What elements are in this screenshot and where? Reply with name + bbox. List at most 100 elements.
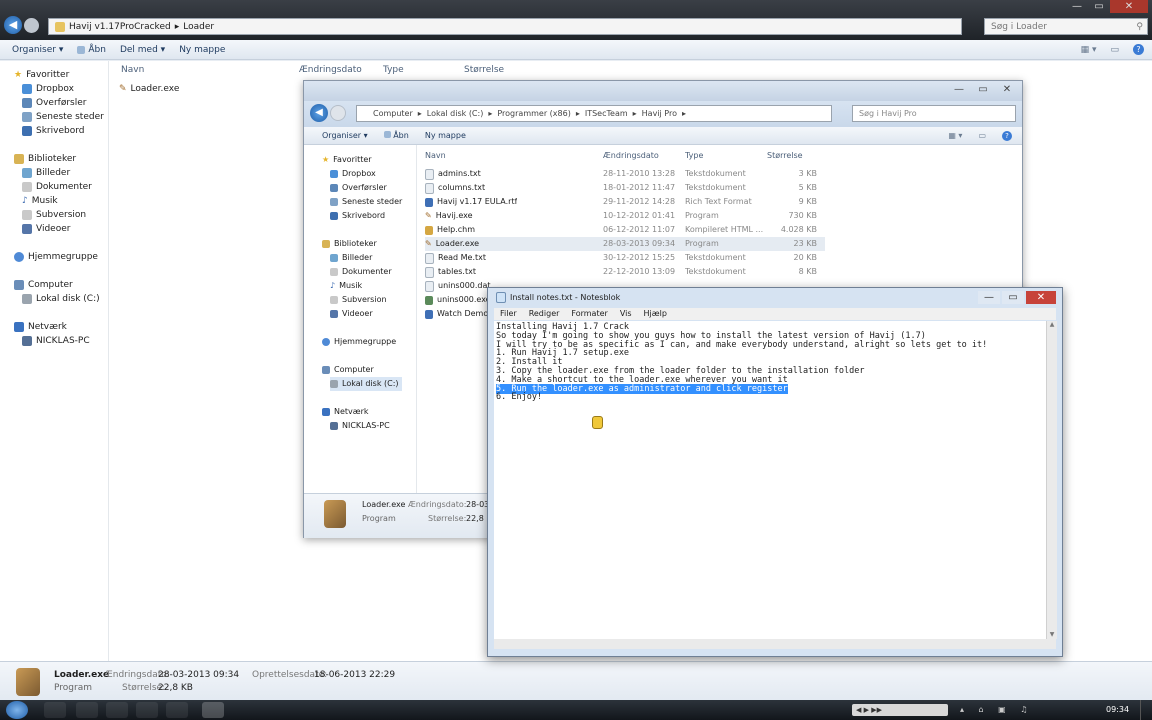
scroll-down-icon[interactable]: ▼ bbox=[1047, 631, 1057, 639]
search-input[interactable]: Søg i Loader ⚲ bbox=[984, 18, 1148, 35]
taskbar-app-icon[interactable] bbox=[106, 702, 128, 718]
text-editor[interactable]: Installing Havij 1.7 Crack So today I'm g… bbox=[494, 321, 1046, 639]
nav-item[interactable]: Subversion bbox=[330, 293, 402, 307]
media-controls[interactable]: ◀ ▶ ▶▶ bbox=[852, 704, 948, 716]
nav-item[interactable]: Overførsler bbox=[330, 181, 402, 195]
taskbar-app-icon[interactable] bbox=[166, 702, 188, 718]
close-button[interactable]: ✕ bbox=[1026, 290, 1056, 304]
open-button[interactable]: Åbn bbox=[77, 45, 106, 55]
table-row[interactable]: Read Me.txt 30-12-2012 15:25 Tekstdokument… bbox=[425, 251, 825, 265]
table-row[interactable]: ✎ Havij.exe 10-12-2012 01:41 Program 730 KB bbox=[425, 209, 825, 223]
organize-button[interactable]: Organiser ▾ bbox=[12, 45, 63, 55]
column-header-name[interactable]: Navn bbox=[121, 65, 144, 75]
nav-item[interactable]: Lokal disk (C:) bbox=[22, 292, 104, 306]
nav-item[interactable]: ♪ Musik bbox=[22, 194, 104, 208]
maximize-button[interactable]: ▭ bbox=[1002, 290, 1024, 304]
taskbar-app-icon[interactable] bbox=[76, 702, 98, 718]
back-button[interactable]: ◀ bbox=[4, 16, 22, 34]
share-button[interactable]: Del med ▾ bbox=[120, 45, 165, 55]
nav-item[interactable]: ♪ Musik bbox=[330, 279, 402, 293]
list-item[interactable]: ✎ Loader.exe bbox=[119, 82, 299, 96]
horizontal-scrollbar[interactable] bbox=[494, 639, 1056, 649]
organize-button[interactable]: Organiser ▾ bbox=[322, 131, 368, 140]
nav-item[interactable]: Subversion bbox=[22, 208, 104, 222]
search-input[interactable]: Søg i Havij Pro bbox=[852, 105, 1016, 122]
menu-format[interactable]: Formater bbox=[571, 308, 607, 320]
show-desktop-button[interactable] bbox=[1140, 700, 1152, 720]
nav-favorites[interactable]: ★ Favoritter bbox=[14, 68, 104, 82]
close-button[interactable]: ✕ bbox=[1110, 0, 1148, 13]
nav-item[interactable]: Billeder bbox=[330, 251, 402, 265]
forward-button[interactable] bbox=[330, 105, 346, 121]
back-button[interactable]: ◀ bbox=[310, 104, 328, 122]
menu-view[interactable]: Vis bbox=[620, 308, 632, 320]
preview-pane-icon[interactable]: ▭ bbox=[1110, 45, 1119, 55]
maximize-button[interactable]: ▭ bbox=[972, 83, 994, 96]
column-header-size[interactable]: Størrelse bbox=[464, 65, 504, 75]
nav-item[interactable]: Billeder bbox=[22, 166, 104, 180]
breadcrumb-item[interactable]: Havij v1.17ProCracked bbox=[69, 22, 171, 32]
nav-item[interactable]: Dokumenter bbox=[330, 265, 402, 279]
open-button[interactable]: Åbn bbox=[383, 131, 409, 140]
nav-homegroup[interactable]: Hjemmegruppe bbox=[14, 250, 104, 264]
start-button[interactable] bbox=[6, 701, 28, 719]
address-bar[interactable]: Computer ▸ Lokal disk (C:) ▸ Programmer (x… bbox=[356, 105, 832, 122]
clock[interactable]: 09:34 bbox=[1106, 705, 1129, 714]
table-row[interactable]: columns.txt 18-01-2012 11:47 Tekstdokument… bbox=[425, 181, 825, 195]
nav-network[interactable]: Netværk bbox=[322, 405, 402, 419]
table-row-selected[interactable]: ✎ Loader.exe 28-03-2013 09:34 Program 23 KB bbox=[425, 237, 825, 251]
new-folder-button[interactable]: Ny mappe bbox=[425, 131, 466, 140]
help-icon[interactable]: ? bbox=[1133, 44, 1144, 55]
nav-item[interactable]: Skrivebord bbox=[330, 209, 402, 223]
breadcrumb-item[interactable]: Computer bbox=[373, 109, 413, 118]
column-header-name[interactable]: Navn bbox=[425, 149, 603, 163]
nav-homegroup[interactable]: Hjemmegruppe bbox=[322, 335, 402, 349]
nav-favorites[interactable]: ★ Favoritter bbox=[322, 153, 402, 167]
table-row[interactable]: admins.txt 28-11-2010 13:28 Tekstdokument 3… bbox=[425, 167, 825, 181]
preview-pane-icon[interactable]: ▭ bbox=[978, 131, 986, 140]
address-bar[interactable]: Havij v1.17ProCracked ▸ Loader bbox=[48, 18, 962, 35]
nav-item[interactable]: NICKLAS-PC bbox=[330, 419, 402, 433]
scroll-up-icon[interactable]: ▲ bbox=[1047, 321, 1057, 329]
close-button[interactable]: ✕ bbox=[996, 83, 1018, 96]
nav-item[interactable]: Overførsler bbox=[22, 96, 104, 110]
nav-item[interactable]: Dokumenter bbox=[22, 180, 104, 194]
minimize-button[interactable]: — bbox=[978, 290, 1000, 304]
column-header-date[interactable]: Ændringsdato bbox=[299, 65, 362, 75]
vertical-scrollbar[interactable]: ▲ ▼ bbox=[1046, 321, 1057, 639]
nav-network[interactable]: Netværk bbox=[14, 320, 104, 334]
nav-item[interactable]: Seneste steder bbox=[330, 195, 402, 209]
breadcrumb-item[interactable]: Havij Pro bbox=[642, 109, 677, 118]
nav-item[interactable]: Lokal disk (C:) bbox=[330, 377, 403, 391]
forward-button[interactable] bbox=[24, 18, 39, 33]
maximize-button[interactable]: ▭ bbox=[1088, 0, 1110, 13]
minimize-button[interactable]: — bbox=[948, 83, 970, 96]
taskbar-notepad-icon[interactable] bbox=[202, 702, 224, 718]
menu-help[interactable]: Hjælp bbox=[644, 308, 667, 320]
nav-computer[interactable]: Computer bbox=[322, 363, 402, 377]
help-icon[interactable]: ? bbox=[1002, 130, 1012, 141]
table-row[interactable]: tables.txt 22-12-2010 13:09 Tekstdokument 8… bbox=[425, 265, 825, 279]
nav-libraries[interactable]: Biblioteker bbox=[14, 152, 104, 166]
nav-item[interactable]: Videoer bbox=[330, 307, 402, 321]
table-row[interactable]: Havij v1.17 EULA.rtf 29-11-2012 14:28 Rich… bbox=[425, 195, 825, 209]
nav-item[interactable]: Dropbox bbox=[330, 167, 402, 181]
view-icon[interactable]: ▦ ▾ bbox=[1081, 45, 1097, 55]
breadcrumb-item[interactable]: Loader bbox=[183, 22, 214, 32]
menu-edit[interactable]: Rediger bbox=[529, 308, 560, 320]
column-header-date[interactable]: Ændringsdato bbox=[603, 149, 685, 163]
taskbar-app-icon[interactable] bbox=[44, 702, 66, 718]
minimize-button[interactable]: — bbox=[1066, 0, 1088, 13]
new-folder-button[interactable]: Ny mappe bbox=[179, 45, 225, 55]
table-row[interactable]: Help.chm 06-12-2012 11:07 Kompileret HTML … bbox=[425, 223, 825, 237]
breadcrumb-item[interactable]: Programmer (x86) bbox=[497, 109, 570, 118]
menu-file[interactable]: Filer bbox=[500, 308, 517, 320]
column-header-type[interactable]: Type bbox=[685, 149, 767, 163]
nav-computer[interactable]: Computer bbox=[14, 278, 104, 292]
breadcrumb-item[interactable]: Lokal disk (C:) bbox=[427, 109, 484, 118]
view-icon[interactable]: ▦ ▾ bbox=[948, 131, 962, 140]
nav-item[interactable]: Skrivebord bbox=[22, 124, 104, 138]
column-header-size[interactable]: Størrelse bbox=[767, 149, 817, 163]
breadcrumb-item[interactable]: ITSecTeam bbox=[585, 109, 628, 118]
column-header-type[interactable]: Type bbox=[383, 65, 404, 75]
